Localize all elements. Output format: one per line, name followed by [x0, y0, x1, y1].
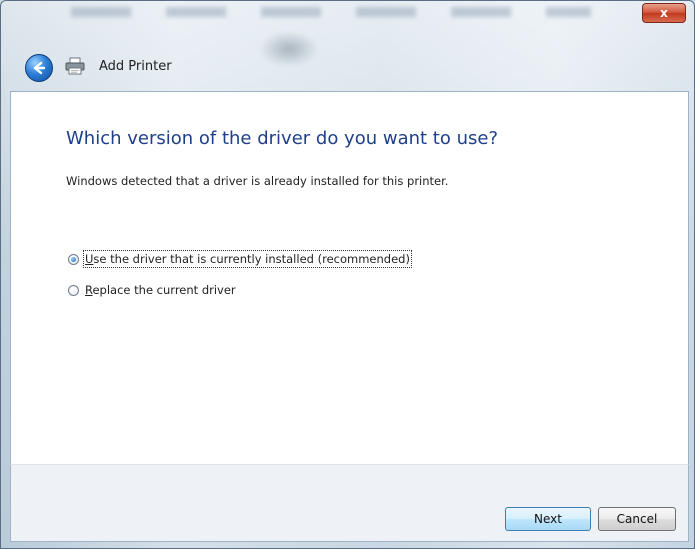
radio-button-unselected[interactable] [68, 284, 79, 296]
wizard-footer: Next Cancel [10, 464, 689, 542]
radio-use-current-driver[interactable]: Use the driver that is currently install… [68, 250, 412, 268]
page-heading: Which version of the driver do you want … [66, 128, 498, 149]
close-icon: x [660, 6, 668, 20]
cancel-button[interactable]: Cancel [598, 507, 676, 531]
radio-button-selected[interactable] [68, 253, 79, 265]
option-label-use-current: Use the driver that is currently install… [83, 250, 412, 268]
option-label-replace: Replace the current driver [85, 283, 236, 297]
back-button[interactable] [25, 54, 53, 82]
background-printer-blur [259, 31, 319, 67]
window-title: Add Printer [99, 59, 172, 74]
close-button[interactable]: x [642, 3, 686, 23]
next-button[interactable]: Next [505, 507, 591, 531]
printer-icon [65, 57, 85, 75]
option-label-rest: eplace the current driver [92, 283, 236, 297]
option-label-rest: se the driver that is currently installe… [93, 252, 410, 266]
background-blur [71, 7, 591, 17]
radio-replace-driver[interactable]: Replace the current driver [68, 283, 236, 297]
back-arrow-icon [33, 61, 46, 75]
page-description: Windows detected that a driver is alread… [66, 174, 449, 188]
add-printer-window: x Add Printer Which version of the drive… [0, 0, 695, 549]
wizard-content: Which version of the driver do you want … [10, 91, 689, 465]
radio-selected-dot [71, 256, 76, 262]
